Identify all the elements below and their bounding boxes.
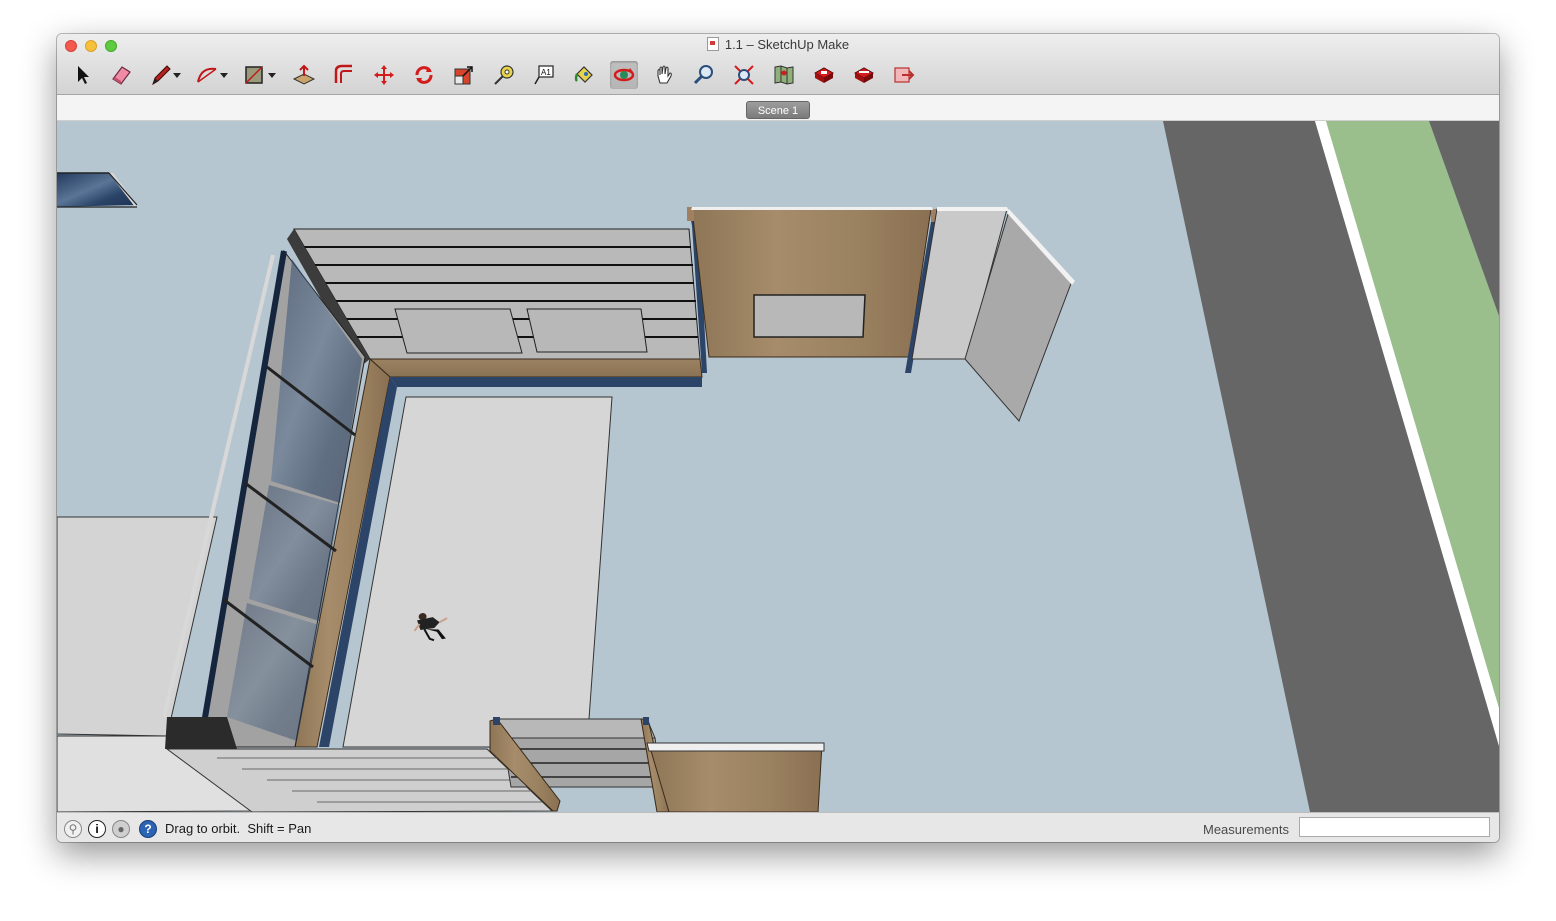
rotate-tool[interactable] (410, 61, 438, 89)
scale-icon (454, 66, 473, 85)
push-pull-icon (292, 64, 316, 85)
road (1163, 121, 1499, 812)
orbit-tool[interactable] (610, 61, 638, 89)
pencil-icon (152, 65, 171, 86)
paint-bucket-icon (574, 66, 593, 83)
gray-panels (911, 207, 1075, 422)
move-icon (374, 65, 394, 85)
orbit-icon (613, 68, 635, 82)
arc-tool-dropdown[interactable] (219, 61, 229, 89)
offset-tool[interactable] (330, 61, 358, 89)
line-tool[interactable] (147, 61, 175, 89)
geo-location-icon[interactable]: ⚲ (64, 820, 82, 838)
help-icon[interactable]: ? (139, 820, 157, 838)
window-title-wrap: 1.1 – SketchUp Make (57, 37, 1499, 53)
text-tool[interactable]: A1 (530, 61, 558, 89)
user-icon[interactable]: ● (112, 820, 130, 838)
magnifier-icon (693, 65, 713, 85)
3d-warehouse-tool[interactable] (810, 61, 838, 89)
line-tool-dropdown[interactable] (172, 61, 182, 89)
scenes-bar: Scene 1 (57, 95, 1499, 121)
extension-warehouse-tool[interactable] (850, 61, 878, 89)
share-model-tool[interactable] (890, 61, 918, 89)
tape-measure-icon (494, 65, 514, 85)
status-bar: ⚲ i ● ? Drag to orbit. Shift = Pan Measu… (57, 812, 1499, 842)
select-tool[interactable] (69, 61, 97, 89)
rectangle-icon (245, 66, 263, 84)
paint-bucket-tool[interactable] (570, 61, 598, 89)
offset-icon (334, 64, 352, 83)
warehouse-icon (813, 67, 835, 83)
title-bar: 1.1 – SketchUp Make A1 (57, 34, 1499, 95)
info-icon[interactable]: i (88, 820, 106, 838)
3d-viewport[interactable] (57, 121, 1499, 812)
chevron-down-icon (268, 73, 276, 78)
rotate-icon (415, 66, 433, 84)
model-scene (57, 121, 1499, 812)
zoom-tool[interactable] (690, 61, 718, 89)
shapes-tool[interactable] (240, 61, 268, 89)
arc-icon (197, 67, 217, 83)
tape-measure-tool[interactable] (490, 61, 518, 89)
hand-icon (657, 65, 672, 84)
measurements-label: Measurements (1203, 822, 1289, 837)
move-tool[interactable] (370, 61, 398, 89)
window-title: 1.1 – SketchUp Make (724, 37, 850, 52)
eraser-icon (112, 66, 131, 85)
scale-tool[interactable] (450, 61, 478, 89)
pan-tool[interactable] (650, 61, 678, 89)
share-icon (894, 67, 915, 83)
zoom-extents-tool[interactable] (730, 61, 758, 89)
window-fragment (57, 172, 138, 208)
eraser-tool[interactable] (107, 61, 135, 89)
map-icon (774, 65, 794, 85)
shapes-tool-dropdown[interactable] (267, 61, 277, 89)
arrow-cursor-icon (78, 66, 89, 84)
extension-warehouse-icon (853, 67, 875, 83)
status-hint: Drag to orbit. Shift = Pan (165, 821, 312, 836)
text-icon: A1 (534, 65, 554, 85)
chevron-down-icon (173, 73, 181, 78)
scene-tab[interactable]: Scene 1 (746, 101, 810, 119)
add-location-tool[interactable] (770, 61, 798, 89)
push-pull-tool[interactable] (290, 61, 318, 89)
app-window: 1.1 – SketchUp Make A1 Scene 1 ⚲ i ● ? D… (57, 34, 1499, 842)
chevron-down-icon (220, 73, 228, 78)
measurements-input[interactable] (1299, 817, 1490, 837)
document-icon (706, 37, 719, 51)
arc-tool[interactable] (193, 61, 221, 89)
wood-wall (687, 207, 937, 373)
svg-text:A1: A1 (541, 68, 551, 77)
zoom-extents-icon (734, 65, 754, 85)
